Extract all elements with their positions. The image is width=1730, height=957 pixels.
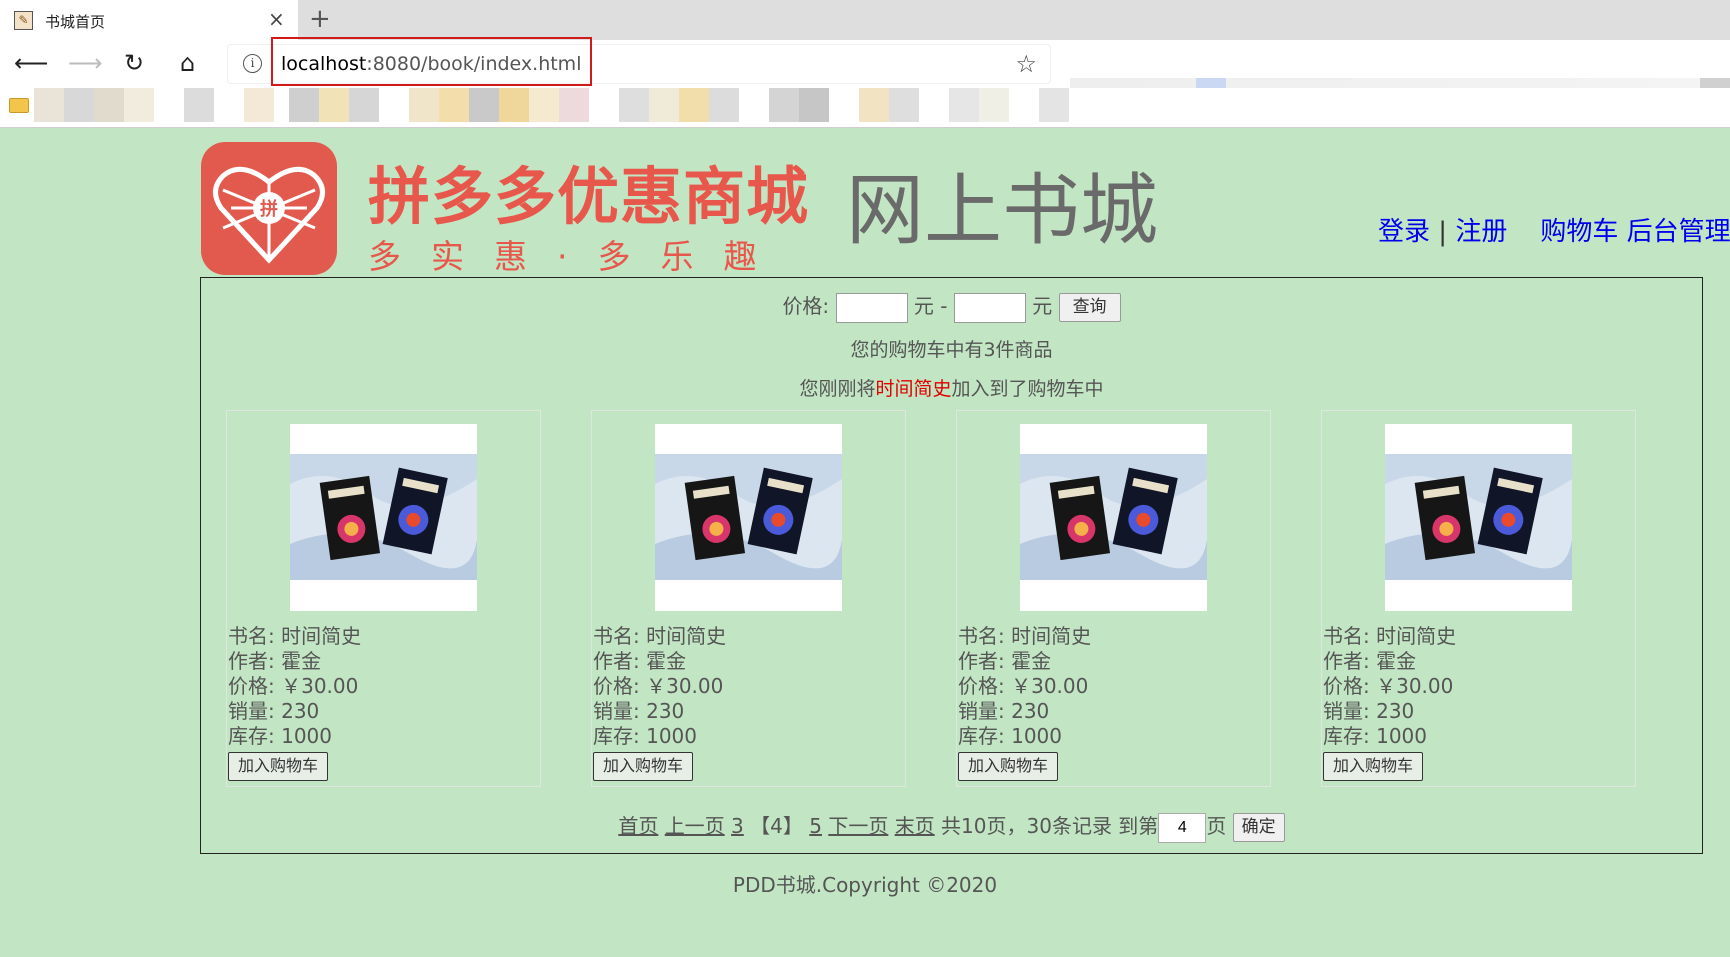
unit-label: 元 xyxy=(913,294,934,318)
book-card: 书名: 时间简史 作者: 霍金 价格: ￥30.00 销量: 230 库存: 1… xyxy=(956,410,1271,787)
browser-tabbar: ✎ 书城首页 × + xyxy=(0,0,1730,40)
book-card: 书名: 时间简史 作者: 霍金 价格: ￥30.00 销量: 230 库存: 1… xyxy=(226,410,541,787)
cart-message: 您刚刚将时间简史加入到了购物车中 xyxy=(799,378,1104,400)
book-name: 书名: 时间简史 xyxy=(593,624,727,648)
book-stock: 库存: 1000 xyxy=(958,724,1062,748)
min-price-input[interactable] xyxy=(835,292,908,323)
reload-icon[interactable]: ↻ xyxy=(124,49,144,77)
cart-link[interactable]: 购物车 xyxy=(1540,217,1618,247)
confirm-button[interactable]: 确定 xyxy=(1232,813,1285,842)
book-price: 价格: ￥30.00 xyxy=(1323,674,1454,698)
home-icon[interactable]: ⌂ xyxy=(180,49,195,77)
book-cover-image xyxy=(1385,424,1572,611)
cart-count: 您的购物车中有3件商品 xyxy=(850,339,1053,361)
book-price: 价格: ￥30.00 xyxy=(958,674,1089,698)
add-to-cart-button[interactable]: 加入购物车 xyxy=(1323,752,1424,781)
book-stock: 库存: 1000 xyxy=(228,724,332,748)
book-cover-image xyxy=(1020,424,1207,611)
folder-icon[interactable] xyxy=(9,98,29,113)
admin-link[interactable]: 后台管理 xyxy=(1627,217,1730,247)
book-price: 价格: ￥30.00 xyxy=(228,674,359,698)
next-page-link[interactable]: 下一页 xyxy=(828,814,888,838)
browser-navbar: ⟵ ⟶ ↻ ⌂ i localhost:8080/book/index.html… xyxy=(0,40,1730,128)
book-author: 作者: 霍金 xyxy=(958,649,1052,673)
register-link[interactable]: 注册 xyxy=(1455,217,1507,247)
blurred-bookmarks xyxy=(34,88,1094,122)
link-separator: | xyxy=(1438,217,1448,247)
header-links: 登录 | 注册 购物车 后台管理 xyxy=(1378,211,1730,248)
browser-tab[interactable]: ✎ 书城首页 × xyxy=(0,0,298,40)
page-suffix: 页 xyxy=(1206,814,1227,838)
new-tab-icon[interactable]: + xyxy=(309,4,331,34)
add-to-cart-button[interactable]: 加入购物车 xyxy=(593,752,694,781)
brand-title: 拼多多优惠商城 xyxy=(368,160,810,233)
book-name: 书名: 时间简史 xyxy=(958,624,1092,648)
last-page-link[interactable]: 末页 xyxy=(895,814,935,838)
book-name: 书名: 时间简史 xyxy=(228,624,362,648)
query-button[interactable]: 查询 xyxy=(1058,293,1121,322)
site-title: 网上书城 xyxy=(846,166,1159,256)
brand-slogan: 多实惠·多乐趣 xyxy=(368,237,787,276)
book-stock: 库存: 1000 xyxy=(593,724,697,748)
book-author: 作者: 霍金 xyxy=(593,649,687,673)
tab-title: 书城首页 xyxy=(45,13,106,31)
back-arrow-icon[interactable]: ⟵ xyxy=(14,49,48,77)
book-card: 书名: 时间简史 作者: 霍金 价格: ￥30.00 销量: 230 库存: 1… xyxy=(591,410,906,787)
add-to-cart-button[interactable]: 加入购物车 xyxy=(958,752,1059,781)
add-to-cart-button[interactable]: 加入购物车 xyxy=(228,752,329,781)
pinduoduo-logo: 拼 xyxy=(201,142,337,275)
page-link-5[interactable]: 5 xyxy=(809,814,822,838)
page-link-3[interactable]: 3 xyxy=(731,814,744,838)
book-sales: 销量: 230 xyxy=(228,699,320,723)
max-price-input[interactable] xyxy=(953,292,1026,323)
forward-arrow-icon[interactable]: ⟶ xyxy=(68,49,102,77)
main-content: 价格: 元 - 元 查询 您的购物车中有3件商品 您刚刚将时间简史加入到了购物车… xyxy=(200,277,1703,854)
price-search: 价格: 元 - 元 查询 xyxy=(201,290,1702,323)
goto-page-input[interactable] xyxy=(1158,812,1207,843)
prev-page-link[interactable]: 上一页 xyxy=(665,814,725,838)
price-label: 价格: xyxy=(782,294,830,318)
favicon-icon: ✎ xyxy=(14,11,33,30)
book-sales: 销量: 230 xyxy=(958,699,1050,723)
url-highlight-box xyxy=(271,37,592,86)
close-tab-icon[interactable]: × xyxy=(268,8,285,30)
svg-text:拼: 拼 xyxy=(260,198,278,220)
bookmark-star-icon[interactable]: ☆ xyxy=(1015,50,1037,78)
last-added-book: 时间简史 xyxy=(875,378,952,400)
book-stock: 库存: 1000 xyxy=(1323,724,1427,748)
range-dash: - xyxy=(940,294,948,318)
book-author: 作者: 霍金 xyxy=(228,649,322,673)
book-price: 价格: ￥30.00 xyxy=(593,674,724,698)
book-sales: 销量: 230 xyxy=(593,699,685,723)
first-page-link[interactable]: 首页 xyxy=(618,814,658,838)
page-summary: 共10页，30条记录 到第 xyxy=(941,814,1159,838)
book-sales: 销量: 230 xyxy=(1323,699,1415,723)
site-info-icon[interactable]: i xyxy=(243,54,262,73)
book-name: 书名: 时间简史 xyxy=(1323,624,1457,648)
bookmarks-bar xyxy=(0,88,1730,128)
footer-copyright: PDD书城.Copyright ©2020 xyxy=(732,873,998,897)
book-cover-image xyxy=(290,424,477,611)
pagination: 首页 上一页 3 【4】 5 下一页 末页 共10页，30条记录 到第 页 确定 xyxy=(201,810,1702,843)
book-card: 书名: 时间简史 作者: 霍金 价格: ￥30.00 销量: 230 库存: 1… xyxy=(1321,410,1636,787)
unit-label: 元 xyxy=(1032,294,1053,318)
book-author: 作者: 霍金 xyxy=(1323,649,1417,673)
current-page: 【4】 xyxy=(750,814,803,838)
login-link[interactable]: 登录 xyxy=(1378,217,1430,247)
book-cover-image xyxy=(655,424,842,611)
